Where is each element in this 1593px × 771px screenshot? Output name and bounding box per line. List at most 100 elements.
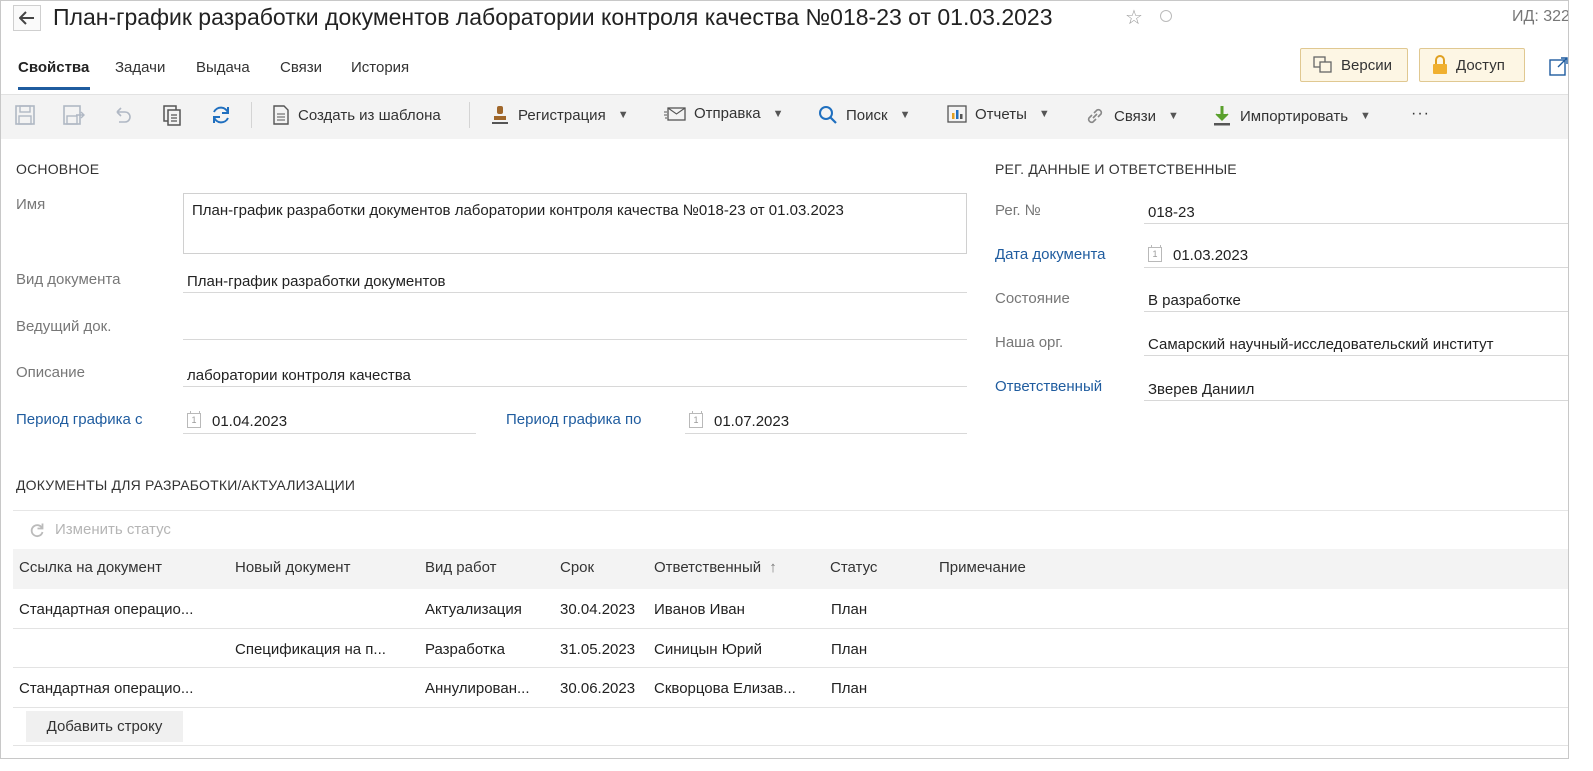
- download-icon: [1214, 106, 1230, 126]
- add-row-button[interactable]: Добавить строку: [26, 711, 183, 742]
- lead-doc-underline: [183, 339, 967, 340]
- column-responsible[interactable]: Ответственный ↑: [654, 559, 777, 576]
- arrow-left-icon: [19, 11, 34, 25]
- tab-links[interactable]: Связи: [280, 59, 322, 76]
- name-field[interactable]: План-график разработки документов лабора…: [183, 193, 967, 254]
- row-separator: [13, 667, 1568, 668]
- reg-no-field[interactable]: 018-23: [1148, 204, 1195, 221]
- column-new-doc[interactable]: Новый документ: [235, 559, 350, 576]
- our-org-field[interactable]: Самарский научный-исследовательский инст…: [1148, 336, 1494, 353]
- column-doc-link[interactable]: Ссылка на документ: [19, 559, 162, 576]
- table-cell[interactable]: 30.04.2023: [560, 601, 635, 618]
- versions-button[interactable]: Версии: [1300, 48, 1408, 82]
- chevron-down-icon: ▼: [617, 109, 629, 121]
- our-org-underline: [1144, 355, 1568, 356]
- versions-label: Версии: [1341, 56, 1392, 74]
- table-cell[interactable]: Иванов Иван: [654, 601, 745, 618]
- doc-type-field[interactable]: План-график разработки документов: [187, 273, 446, 290]
- import-menu[interactable]: Импортировать ▼: [1212, 105, 1371, 127]
- chevron-down-icon: ▼: [899, 109, 911, 121]
- tab-issue[interactable]: Выдача: [196, 59, 250, 76]
- create-from-template-button[interactable]: Создать из шаблона: [272, 105, 441, 125]
- change-status-button[interactable]: Изменить статус: [29, 521, 171, 538]
- table-cell[interactable]: План: [831, 601, 867, 618]
- table-cell[interactable]: Стандартная операцио...: [19, 601, 193, 618]
- chevron-down-icon: ▼: [1168, 110, 1179, 122]
- period-from-field[interactable]: 01.04.2023: [212, 413, 287, 430]
- more-button[interactable]: ···: [1411, 105, 1430, 123]
- doc-date-label[interactable]: Дата документа: [995, 246, 1106, 263]
- table-cell[interactable]: Аннулирован...: [425, 680, 530, 697]
- back-button[interactable]: [13, 5, 41, 31]
- period-from-label[interactable]: Период графика с: [16, 411, 143, 428]
- table-cell[interactable]: Скворцова Елизав...: [654, 680, 796, 697]
- save-close-icon[interactable]: [62, 104, 86, 131]
- access-button[interactable]: Доступ: [1419, 48, 1525, 82]
- registration-menu[interactable]: Регистрация ▼: [490, 105, 629, 125]
- table-cell[interactable]: Синицын Юрий: [654, 641, 762, 658]
- open-external-icon[interactable]: [1549, 57, 1568, 81]
- access-label: Доступ: [1456, 56, 1505, 74]
- table-cell[interactable]: План: [831, 680, 867, 697]
- reg-no-underline: [1144, 223, 1568, 224]
- row-separator: [13, 745, 1568, 746]
- document-card-window: План-график разработки документов лабора…: [0, 0, 1569, 759]
- period-to-field[interactable]: 01.07.2023: [714, 413, 789, 430]
- column-status[interactable]: Статус: [830, 559, 877, 576]
- lock-icon: [1433, 55, 1447, 74]
- tab-history[interactable]: История: [351, 59, 409, 76]
- table-cell[interactable]: 31.05.2023: [560, 641, 635, 658]
- table-cell[interactable]: Актуализация: [425, 601, 522, 618]
- reports-menu[interactable]: Отчеты ▼: [947, 105, 1050, 123]
- table-cell[interactable]: План: [831, 641, 867, 658]
- description-field[interactable]: лаборатории контроля качества: [187, 367, 411, 384]
- row-separator: [13, 707, 1568, 708]
- document-icon: [273, 105, 289, 125]
- doc-date-field[interactable]: 01.03.2023: [1173, 247, 1248, 264]
- sending-menu[interactable]: Отправка ▼: [664, 105, 783, 122]
- status-circle-icon[interactable]: [1160, 10, 1172, 22]
- refresh-icon[interactable]: [210, 104, 232, 131]
- state-field[interactable]: В разработке: [1148, 292, 1241, 309]
- docs-section-title: ДОКУМЕНТЫ ДЛЯ РАЗРАБОТКИ/АКТУАЛИЗАЦИИ: [16, 477, 356, 493]
- table-cell[interactable]: Стандартная операцио...: [19, 680, 193, 697]
- table-cell[interactable]: 30.06.2023: [560, 680, 635, 697]
- tab-properties[interactable]: Свойства: [18, 59, 89, 76]
- chevron-down-icon: ▼: [772, 107, 784, 120]
- state-label: Состояние: [995, 290, 1070, 307]
- search-label: Поиск: [846, 106, 888, 124]
- period-to-label[interactable]: Период графика по: [506, 411, 642, 428]
- name-label: Имя: [16, 196, 46, 213]
- links-menu[interactable]: Связи ▼: [1084, 105, 1179, 127]
- column-deadline[interactable]: Срок: [560, 559, 594, 576]
- copy-icon[interactable]: [161, 104, 183, 131]
- reports-label: Отчеты: [975, 105, 1027, 123]
- stamp-icon: [492, 106, 508, 124]
- table-cell[interactable]: Разработка: [425, 641, 505, 658]
- calendar-icon[interactable]: 1: [1148, 245, 1162, 262]
- refresh-icon: [30, 523, 44, 537]
- page-title: План-график разработки документов лабора…: [53, 4, 1053, 30]
- column-work-type[interactable]: Вид работ: [425, 559, 496, 576]
- change-status-label: Изменить статус: [55, 521, 171, 538]
- responsible-field[interactable]: Зверев Даниил: [1148, 381, 1254, 398]
- lead-doc-label: Ведущий док.: [16, 318, 112, 335]
- envelope-icon: [664, 106, 686, 121]
- toolbar-separator: [469, 102, 470, 128]
- table-cell[interactable]: Спецификация на п...: [235, 641, 386, 658]
- responsible-label[interactable]: Ответственный: [995, 378, 1102, 395]
- chevron-down-icon: ▼: [1038, 108, 1050, 120]
- undo-icon[interactable]: [111, 104, 133, 131]
- section-divider: [13, 510, 1568, 511]
- calendar-icon[interactable]: 1: [187, 411, 201, 428]
- toolbar-separator: [251, 102, 252, 128]
- save-icon[interactable]: [14, 104, 36, 131]
- column-note[interactable]: Примечание: [939, 559, 1026, 576]
- report-chart-icon: [947, 105, 967, 123]
- star-icon[interactable]: ☆: [1125, 5, 1143, 30]
- calendar-icon[interactable]: 1: [689, 411, 703, 428]
- reg-section-title: РЕГ. ДАННЫЕ И ОТВЕТСТВЕННЫЕ: [995, 161, 1237, 177]
- description-label: Описание: [16, 364, 86, 381]
- search-menu[interactable]: Поиск ▼: [818, 105, 910, 125]
- tab-tasks[interactable]: Задачи: [115, 59, 165, 76]
